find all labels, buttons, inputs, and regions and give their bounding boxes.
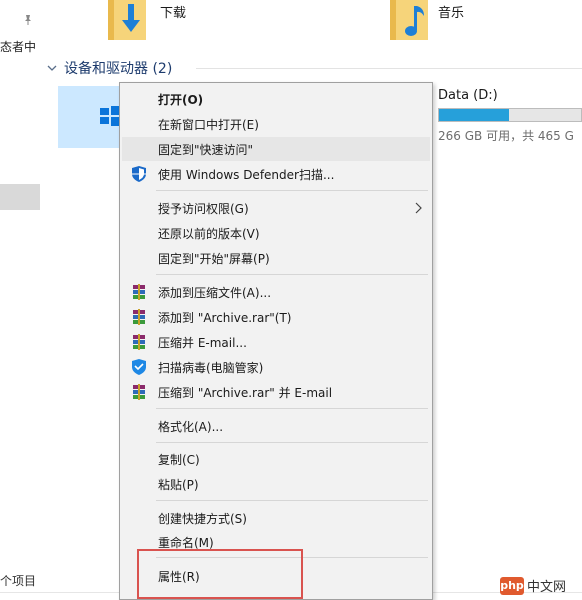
nav-item-label[interactable]: 态者中	[0, 38, 40, 55]
chevron-down-icon[interactable]	[46, 62, 58, 74]
drive-d-free-space: 266 GB 可用，共 465 G	[438, 129, 574, 143]
windows-defender-shield-icon	[132, 166, 146, 182]
menu-separator	[156, 408, 428, 409]
menu-item-label: 使用 Windows Defender扫描...	[158, 167, 335, 182]
winrar-icon	[133, 284, 145, 300]
folder-label: 下载	[160, 6, 187, 21]
menu-separator	[156, 274, 428, 275]
winrar-icon	[133, 334, 145, 350]
menu-item-label: 固定到"开始"屏幕(P)	[158, 251, 270, 266]
menu-item-restore-versions[interactable]: 还原以前的版本(V)	[122, 221, 430, 245]
menu-item-defender-scan[interactable]: 使用 Windows Defender扫描...	[122, 162, 430, 186]
group-title: 设备和驱动器 (2)	[64, 61, 173, 77]
menu-item-format[interactable]: 格式化(A)...	[122, 414, 430, 438]
menu-item-label: 在新窗口中打开(E)	[158, 117, 259, 132]
drive-d-usage-fill	[439, 109, 509, 121]
menu-item-add-to-archive[interactable]: 添加到压缩文件(A)...	[122, 280, 430, 304]
menu-item-paste[interactable]: 粘贴(P)	[122, 472, 430, 496]
group-divider	[196, 68, 582, 69]
menu-item-label: 扫描病毒(电脑管家)	[158, 360, 264, 375]
php-logo-icon: php	[500, 576, 524, 595]
menu-item-label: 格式化(A)...	[158, 419, 224, 434]
menu-item-label: 复制(C)	[158, 452, 200, 467]
menu-separator	[156, 500, 428, 501]
download-folder-icon	[108, 0, 146, 40]
menu-item-give-access[interactable]: 授予访问权限(G)	[122, 196, 430, 220]
drive-d-usage-bar	[438, 108, 582, 122]
nav-item-selected[interactable]	[0, 184, 40, 210]
menu-item-label: 创建快捷方式(S)	[158, 511, 247, 526]
menu-separator	[156, 442, 428, 443]
menu-item-label: 压缩到 "Archive.rar" 并 E-mail	[158, 385, 333, 400]
submenu-arrow-icon	[415, 202, 422, 214]
drive-d-name[interactable]: Data (D:)	[438, 88, 498, 103]
menu-item-copy[interactable]: 复制(C)	[122, 447, 430, 471]
menu-item-compress-rar-email[interactable]: 压缩到 "Archive.rar" 并 E-mail	[122, 380, 430, 404]
winrar-icon	[133, 309, 145, 325]
drive-c-tile[interactable]	[58, 86, 122, 148]
menu-item-label: 还原以前的版本(V)	[158, 226, 260, 241]
annotation-highlight-box	[137, 549, 303, 599]
menu-item-pin-start[interactable]: 固定到"开始"屏幕(P)	[122, 246, 430, 270]
music-folder-icon	[390, 0, 428, 40]
folder-label: 音乐	[438, 6, 465, 21]
menu-separator	[156, 190, 428, 191]
item-count: 个项目	[0, 574, 37, 588]
menu-item-add-to-archive-rar[interactable]: 添加到 "Archive.rar"(T)	[122, 305, 430, 329]
pin-icon[interactable]	[22, 14, 34, 26]
menu-item-compress-email[interactable]: 压缩并 E-mail...	[122, 330, 430, 354]
menu-item-label: 添加到 "Archive.rar"(T)	[158, 310, 292, 325]
menu-item-label: 重命名(M)	[158, 535, 214, 550]
menu-item-label: 打开(O)	[158, 92, 204, 107]
menu-item-open-new-window[interactable]: 在新窗口中打开(E)	[122, 112, 430, 136]
menu-item-label: 授予访问权限(G)	[158, 201, 249, 216]
devices-group-header[interactable]: 设备和驱动器 (2)	[46, 58, 172, 78]
context-menu: 打开(O) 在新窗口中打开(E) 固定到"快速访问" 使用 Windows De…	[119, 82, 433, 600]
menu-item-label: 添加到压缩文件(A)...	[158, 285, 272, 300]
menu-item-virus-scan[interactable]: 扫描病毒(电脑管家)	[122, 355, 430, 379]
navigation-pane: 态者中	[0, 0, 40, 600]
menu-item-pin-quick-access[interactable]: 固定到"快速访问"	[122, 137, 430, 161]
menu-item-create-shortcut[interactable]: 创建快捷方式(S)	[122, 506, 430, 530]
menu-item-label: 压缩并 E-mail...	[158, 335, 247, 350]
tencent-manager-shield-icon	[132, 359, 146, 375]
menu-item-label: 粘贴(P)	[158, 477, 199, 492]
watermark-text: 中文网	[527, 580, 567, 595]
menu-item-open[interactable]: 打开(O)	[122, 87, 430, 111]
menu-item-label: 固定到"快速访问"	[158, 142, 254, 157]
watermark: php 中文网	[500, 576, 566, 595]
winrar-icon	[133, 384, 145, 400]
